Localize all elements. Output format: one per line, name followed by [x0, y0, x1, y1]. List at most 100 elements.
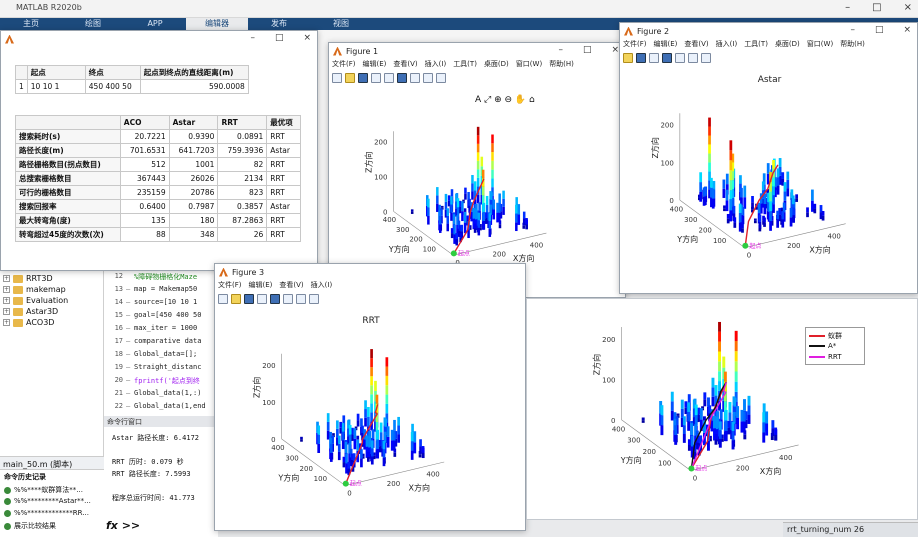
menu-help[interactable]: 帮助(H)	[549, 59, 574, 71]
history-item[interactable]: 展示比较结果	[4, 521, 56, 531]
axes-toolbar[interactable]: A ⤢ ⊕ ⊖ ✋ ⌂	[475, 95, 535, 105]
menu-view[interactable]: 查看(V)	[684, 39, 708, 51]
figure-icon	[219, 267, 228, 277]
menu-help[interactable]: 帮助(H)	[840, 39, 865, 51]
save-icon[interactable]	[358, 72, 368, 83]
pointer-icon[interactable]	[423, 72, 433, 83]
dock-icon[interactable]	[436, 72, 446, 83]
menu-view[interactable]: 查看(V)	[279, 280, 303, 292]
z-tick-label: 100	[602, 376, 615, 384]
save-icon[interactable]	[636, 52, 646, 63]
table-cell: 0.9390	[168, 129, 219, 144]
maximize-icon[interactable]: □	[872, 2, 881, 13]
minimize-icon[interactable]: –	[845, 2, 850, 13]
maximize-icon[interactable]: □	[583, 45, 592, 55]
script-details[interactable]: main_50.m (脚本)	[0, 456, 104, 470]
menu-file[interactable]: 文件(F)	[218, 280, 242, 292]
table-cell: 759.3936	[217, 143, 268, 158]
menu-edit[interactable]: 编辑(E)	[249, 280, 273, 292]
minimize-icon[interactable]: –	[850, 25, 855, 35]
folder-item[interactable]: + makemap	[3, 285, 66, 294]
link-icon[interactable]	[384, 72, 394, 83]
new-figure-icon[interactable]	[218, 293, 228, 304]
save-icon[interactable]	[244, 293, 254, 304]
figure4-window: 0 100 200 0 200 400 100 200 300 400 X方向 Y方向 Z方向 起点 蚁群…	[526, 298, 918, 520]
print-icon[interactable]	[371, 72, 381, 83]
tab-home[interactable]: 主页	[0, 18, 62, 30]
table-cell: 348	[168, 227, 219, 242]
tab-view[interactable]: 视图	[310, 18, 372, 30]
print-icon[interactable]	[649, 52, 659, 63]
history-item[interactable]: %%*************RR...	[4, 509, 89, 517]
figure3-axes-title: RRT	[362, 316, 380, 326]
table-row: 路径栅格数目(拐点数目) 512 1001 82 RRT	[15, 157, 301, 172]
menu-tools[interactable]: 工具(T)	[453, 59, 477, 71]
menu-file[interactable]: 文件(F)	[623, 39, 647, 51]
z-tick-label: 0	[611, 417, 615, 425]
dock-icon[interactable]	[309, 293, 319, 304]
command-prompt[interactable]: fx >>	[106, 519, 140, 532]
history-item[interactable]: %%****蚁群算法**...	[4, 485, 83, 495]
maximize-icon[interactable]: □	[275, 33, 284, 43]
maximize-icon[interactable]: □	[875, 25, 884, 35]
open-icon[interactable]	[345, 72, 355, 83]
editor-line: 19– Straight_distanc	[114, 363, 202, 371]
menu-insert[interactable]: 插入(I)	[716, 39, 738, 51]
print-icon[interactable]	[257, 293, 267, 304]
folder-item[interactable]: + ACO3D	[3, 318, 54, 327]
folder-item[interactable]: + Astar3D	[3, 307, 58, 316]
editor-line: 16– max_iter = 1000	[114, 324, 198, 332]
history-item[interactable]: %%*********Astar**...	[4, 497, 91, 505]
cmd-output-line: 程序总运行时间: 41.773	[112, 494, 195, 502]
open-icon[interactable]	[623, 52, 633, 63]
legend-icon[interactable]	[283, 293, 293, 304]
menu-desktop[interactable]: 桌面(D)	[775, 39, 800, 51]
tab-apps[interactable]: APP	[124, 18, 186, 30]
table-cell: 235159	[119, 185, 170, 200]
new-figure-icon[interactable]	[332, 72, 342, 83]
menu-insert[interactable]: 插入(I)	[425, 59, 447, 71]
open-icon[interactable]	[231, 293, 241, 304]
menu-tools[interactable]: 工具(T)	[744, 39, 768, 51]
x-tick-label: 200	[387, 480, 400, 488]
tab-plots[interactable]: 绘图	[62, 18, 124, 30]
dock-icon[interactable]	[701, 52, 711, 63]
table-cell: 转弯超过45度的次数(次)	[15, 227, 121, 242]
close-icon[interactable]: ×	[903, 25, 911, 35]
start-label: 起点	[749, 242, 761, 250]
history-title: 命令历史记录	[4, 473, 46, 481]
colorbar-icon[interactable]	[662, 52, 672, 63]
legend-entry-rrt: RRT	[809, 353, 842, 361]
pointer-icon[interactable]	[688, 52, 698, 63]
close-icon[interactable]: ×	[303, 33, 311, 43]
table-cell: RRT	[266, 213, 301, 228]
x-tick-label: 400	[530, 241, 543, 249]
menu-edit[interactable]: 编辑(E)	[363, 59, 387, 71]
colorbar-icon[interactable]	[270, 293, 280, 304]
history-icon	[4, 486, 11, 494]
folder-item[interactable]: + Evaluation	[3, 296, 68, 305]
legend-icon[interactable]	[410, 72, 420, 83]
menu-file[interactable]: 文件(F)	[332, 59, 356, 71]
tab-editor[interactable]: 编辑器	[186, 18, 248, 30]
code-editor[interactable]: 12 %障碍物栅格化Maze 13– map = Makemap50 14– sour…	[104, 268, 218, 416]
pointer-icon[interactable]	[296, 293, 306, 304]
menu-window[interactable]: 窗口(W)	[807, 39, 833, 51]
table-cell: 0.3857	[217, 199, 268, 214]
menu-desktop[interactable]: 桌面(D)	[484, 59, 509, 71]
menu-view[interactable]: 查看(V)	[393, 59, 417, 71]
colorbar-icon[interactable]	[397, 72, 407, 83]
close-icon[interactable]: ×	[611, 45, 619, 55]
tab-publish[interactable]: 发布	[248, 18, 310, 30]
folder-item[interactable]: + RRT3D	[3, 274, 53, 283]
legend-icon[interactable]	[675, 52, 685, 63]
minimize-icon[interactable]: –	[250, 33, 255, 43]
x-axis-label: X方向	[409, 482, 430, 492]
menu-edit[interactable]: 编辑(E)	[654, 39, 678, 51]
x-axis-label: X方向	[809, 244, 830, 254]
menu-insert[interactable]: 插入(I)	[311, 280, 333, 292]
z-axis-label: Z方向	[592, 354, 602, 375]
close-icon[interactable]: ×	[904, 2, 912, 13]
minimize-icon[interactable]: –	[558, 45, 563, 55]
menu-window[interactable]: 窗口(W)	[516, 59, 542, 71]
